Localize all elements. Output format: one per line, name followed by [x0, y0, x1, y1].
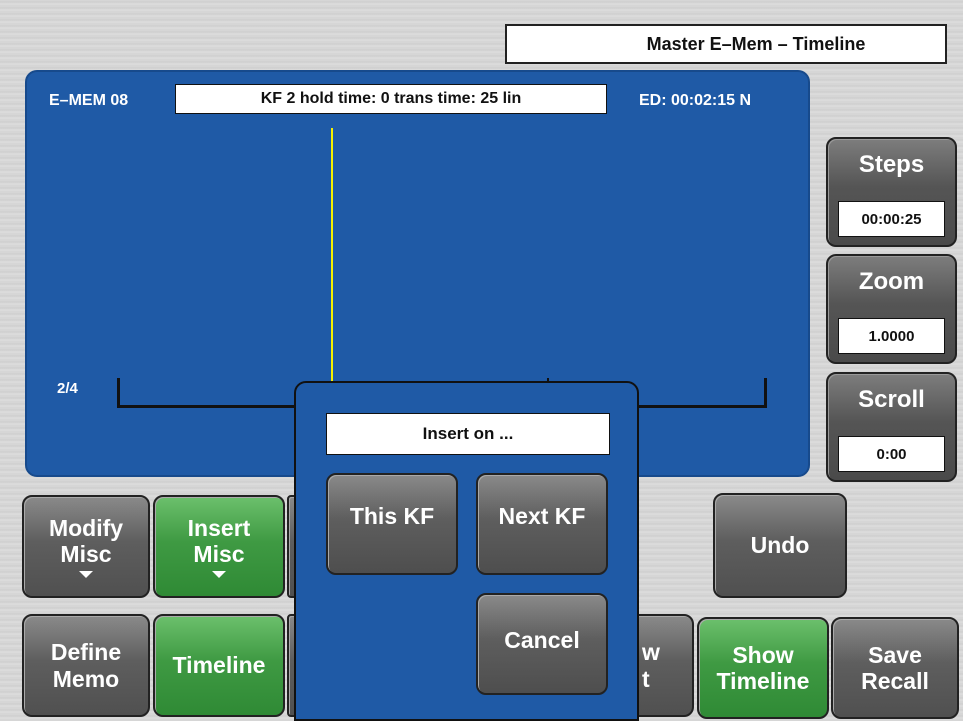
- keyframe-info: KF 2 hold time: 0 trans time: 25 lin: [175, 84, 607, 114]
- zoom-value: 1.0000: [838, 318, 945, 354]
- show-timeline-button[interactable]: Show Timeline: [697, 617, 829, 719]
- save-recall-line1: Save: [868, 641, 922, 668]
- insert-misc-line1: Insert: [187, 514, 251, 541]
- define-memo-line2: Memo: [52, 665, 120, 692]
- scroll-button[interactable]: Scroll 0:00: [826, 372, 957, 482]
- steps-value: 00:00:25: [838, 201, 945, 237]
- insert-on-dialog: Insert on ... This KF Next KF Cancel: [294, 381, 639, 721]
- partial-line2: t: [642, 665, 650, 692]
- page-title: Master E–Mem – Timeline: [505, 24, 947, 64]
- modify-misc-button[interactable]: Modify Misc: [22, 495, 150, 598]
- this-kf-button[interactable]: This KF: [326, 473, 458, 575]
- dialog-title: Insert on ...: [326, 413, 610, 455]
- timeline-cursor[interactable]: [331, 128, 333, 388]
- dropdown-arrow-icon: [79, 571, 93, 579]
- save-recall-button[interactable]: Save Recall: [831, 617, 959, 719]
- track-label: 2/4: [57, 380, 78, 397]
- insert-misc-line2: Misc: [193, 541, 245, 567]
- undo-button[interactable]: Undo: [713, 493, 847, 598]
- next-kf-button[interactable]: Next KF: [476, 473, 608, 575]
- emem-label: E–MEM 08: [49, 92, 129, 109]
- steps-label: Steps: [858, 151, 925, 178]
- timeline-label: Timeline: [172, 652, 266, 679]
- define-memo-line1: Define: [50, 639, 122, 666]
- define-memo-button[interactable]: Define Memo: [22, 614, 150, 717]
- zoom-button[interactable]: Zoom 1.0000: [826, 254, 957, 364]
- timeline-button[interactable]: Timeline: [153, 614, 285, 717]
- steps-button[interactable]: Steps 00:00:25: [826, 137, 957, 247]
- modify-misc-line2: Misc: [60, 541, 112, 567]
- modify-misc-line1: Modify: [48, 514, 124, 541]
- insert-misc-button[interactable]: Insert Misc: [153, 495, 285, 598]
- zoom-label: Zoom: [858, 268, 925, 295]
- partial-line1: w: [642, 639, 660, 666]
- dropdown-arrow-icon: [212, 571, 226, 579]
- cancel-button[interactable]: Cancel: [476, 593, 608, 695]
- show-timeline-line2: Timeline: [716, 668, 810, 694]
- save-recall-line2: Recall: [861, 668, 929, 694]
- edit-duration-label: ED: 00:02:15 N: [639, 92, 752, 109]
- undo-label: Undo: [750, 532, 810, 559]
- show-timeline-line1: Show: [732, 641, 794, 668]
- scroll-value: 0:00: [838, 436, 945, 472]
- scroll-label: Scroll: [858, 386, 925, 413]
